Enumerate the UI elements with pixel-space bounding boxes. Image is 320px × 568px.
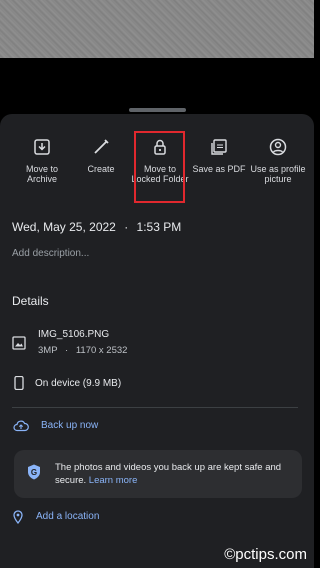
back-up-now-button[interactable]: Back up now xyxy=(41,420,98,431)
account-circle-icon xyxy=(269,138,287,156)
pdf-icon xyxy=(211,139,227,155)
photo-preview[interactable] xyxy=(0,0,314,58)
drag-handle[interactable] xyxy=(129,108,186,112)
storage-location: On device (9.9 MB) xyxy=(35,378,122,389)
learn-more-link[interactable]: Learn more xyxy=(89,475,138,486)
divider xyxy=(12,407,298,408)
action-label: Move to Archive xyxy=(25,164,58,184)
action-label: Save as PDF xyxy=(192,164,246,174)
action-label: Create xyxy=(87,164,115,174)
dimensions: 1170 x 2532 xyxy=(75,345,128,356)
save-as-pdf-button[interactable]: Save as PDF xyxy=(189,133,249,174)
backup-message: The photos and videos you back up are ke… xyxy=(55,461,295,487)
create-wand-icon xyxy=(94,139,109,154)
watermark-text: ©pctips.com xyxy=(224,546,307,563)
google-shield-icon: G xyxy=(28,464,40,480)
highlight-box xyxy=(134,131,185,203)
phone-icon xyxy=(14,376,24,390)
description-input[interactable]: Add description... xyxy=(12,248,89,259)
meta-separator: · xyxy=(65,345,69,356)
megapixels: 3MP xyxy=(38,345,58,356)
use-as-profile-picture-button[interactable]: Use as profile picture xyxy=(248,133,308,184)
action-label: Use as profile picture xyxy=(250,164,306,184)
move-to-archive-button[interactable]: Move to Archive xyxy=(12,133,72,184)
date-time: Wed, May 25, 2022 · 1:53 PM xyxy=(12,220,181,234)
photo-date: Wed, May 25, 2022 xyxy=(12,220,116,234)
create-button[interactable]: Create xyxy=(71,133,131,174)
location-pin-icon xyxy=(13,510,23,524)
date-separator: · xyxy=(124,220,129,234)
svg-text:G: G xyxy=(31,468,37,477)
add-location-button[interactable]: Add a location xyxy=(36,511,99,522)
archive-icon xyxy=(34,139,50,155)
details-heading: Details xyxy=(12,294,49,308)
cloud-upload-icon xyxy=(13,420,29,432)
file-name: IMG_5106.PNG xyxy=(38,329,110,340)
file-meta: 3MP · 1170 x 2532 xyxy=(38,345,127,356)
image-icon xyxy=(12,336,26,350)
photo-time: 1:53 PM xyxy=(136,220,182,234)
